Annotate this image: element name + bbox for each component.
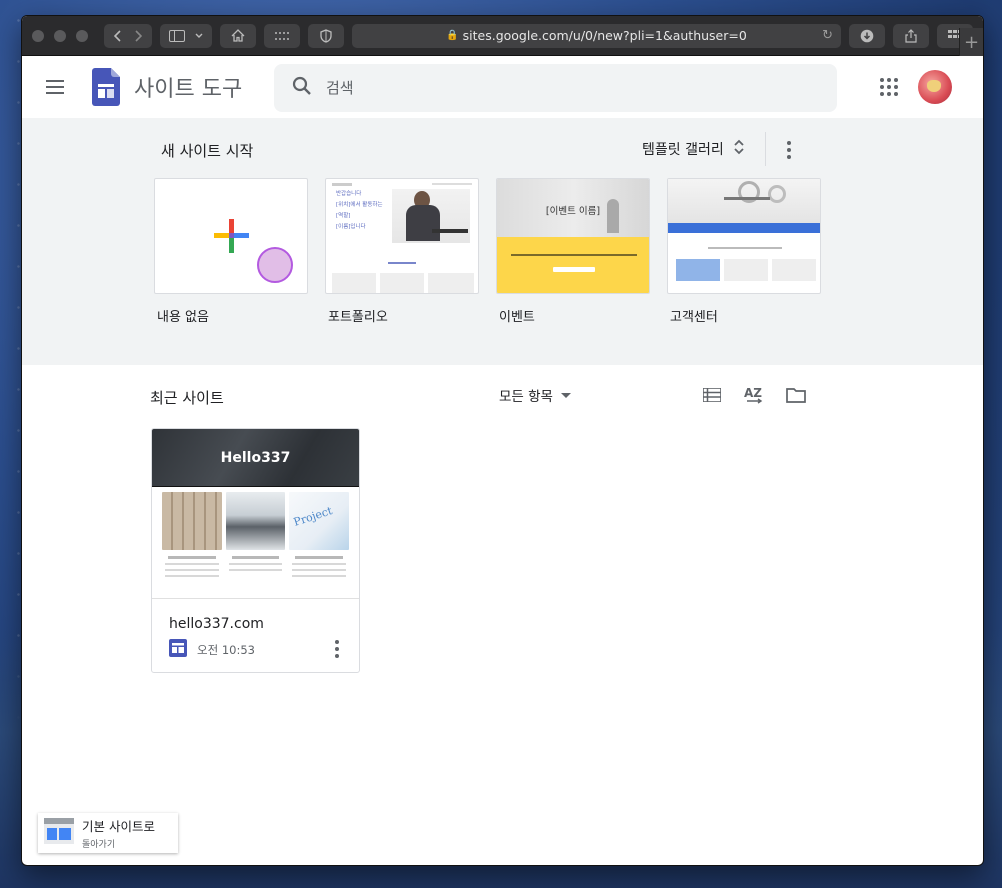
google-sites-logo-icon[interactable] [92, 68, 120, 106]
share-icon [905, 28, 917, 43]
portfolio-photo [392, 189, 470, 243]
folder-icon[interactable] [784, 383, 808, 407]
template-gallery-toggle[interactable]: 템플릿 갤러리 [642, 139, 744, 159]
site-preview-columns: Project [152, 487, 359, 598]
event-title-text: [이벤트 이름] [545, 206, 601, 217]
template-card-help-center[interactable]: 고객센터 [667, 178, 821, 325]
shield-icon [320, 28, 332, 43]
back-classic-label: 기본 사이트로 [82, 819, 155, 834]
main-menu-icon[interactable] [46, 75, 70, 99]
preview-column-blog [162, 492, 222, 598]
browser-window: 🔒 sites.google.com/u/0/new?pli=1&authuse… [21, 15, 984, 866]
dropdown-arrow-icon [560, 392, 571, 398]
site-modified-time: 오전 10:53 [197, 643, 255, 657]
template-label-blank: 내용 없음 [157, 310, 209, 325]
template-thumb-blank [154, 178, 308, 294]
site-banner: Hello337 [152, 429, 359, 487]
zoom-window-button[interactable] [76, 29, 88, 42]
portfolio-line-4: [이름]입니다 [336, 224, 366, 230]
template-more-options-icon[interactable] [779, 138, 799, 162]
recent-sites-section: 최근 사이트 모든 항목 AZ Hello337 Project hello33… [22, 365, 983, 865]
top-sites-button[interactable] [264, 23, 300, 48]
sidebar-toggle-button[interactable] [160, 23, 212, 48]
template-label-event: 이벤트 [499, 310, 535, 325]
search-box[interactable] [274, 64, 837, 112]
classic-sites-icon [44, 818, 74, 848]
template-gallery-label: 템플릿 갤러리 [642, 142, 724, 158]
svg-text:AZ: AZ [744, 386, 762, 400]
google-apps-icon[interactable] [877, 75, 901, 99]
site-name: hello337.com [169, 616, 264, 632]
address-bar[interactable]: 🔒 sites.google.com/u/0/new?pli=1&authuse… [352, 23, 841, 48]
back-forward-buttons[interactable] [104, 23, 152, 48]
header-divider [765, 132, 766, 166]
site-more-options-icon[interactable] [327, 637, 347, 661]
template-thumb-portfolio: 반갑습니다 [위치]에서 활동하는 [역할] [이름]입니다 [325, 178, 479, 294]
search-input[interactable] [326, 79, 786, 97]
site-card-hello337[interactable]: Hello337 Project hello337.com 오전 10:53 [151, 428, 360, 673]
template-card-blank[interactable]: 내용 없음 [154, 178, 308, 325]
grid-icon [274, 31, 290, 41]
url-text: sites.google.com/u/0/new?pli=1&authuser=… [462, 28, 747, 43]
portfolio-line-3: [역할] [336, 213, 351, 219]
template-label-help-center: 고객센터 [670, 310, 718, 325]
new-tab-button[interactable]: + [959, 28, 983, 56]
preview-column-project: Project [289, 492, 350, 598]
template-card-event[interactable]: [이벤트 이름] 이벤트 [496, 178, 650, 325]
portfolio-line-2: [위치]에서 활동하는 [336, 202, 383, 208]
share-button[interactable] [893, 23, 929, 48]
forward-arrow-icon[interactable] [134, 29, 142, 42]
sidebar-icon [169, 29, 185, 42]
search-icon[interactable] [292, 76, 312, 100]
owner-filter-label: 모든 항목 [499, 389, 553, 405]
home-button[interactable] [220, 23, 256, 48]
template-card-portfolio[interactable]: 반갑습니다 [위치]에서 활동하는 [역할] [이름]입니다 포트폴리오 [325, 178, 479, 325]
browser-toolbar: 🔒 sites.google.com/u/0/new?pli=1&authuse… [22, 16, 983, 56]
unfold-more-icon [734, 139, 744, 159]
site-thumbnail: Hello337 Project [152, 429, 359, 599]
minimize-window-button[interactable] [54, 29, 66, 42]
sites-file-icon [169, 639, 187, 661]
chevron-down-icon [195, 33, 203, 39]
site-meta: 오전 10:53 [169, 639, 255, 661]
reload-icon[interactable]: ↻ [822, 28, 833, 43]
privacy-report-button[interactable] [308, 23, 344, 48]
download-icon [860, 29, 874, 43]
new-site-section-title: 새 사이트 시작 [161, 142, 254, 160]
downloads-button[interactable] [849, 23, 885, 48]
site-banner-title: Hello337 [220, 449, 291, 466]
template-label-portfolio: 포트폴리오 [328, 310, 388, 325]
template-section: 새 사이트 시작 템플릿 갤러리 내용 없음 반갑습니다 [위치]에서 활동하는… [22, 118, 983, 365]
sort-az-icon[interactable]: AZ [742, 383, 766, 407]
app-title: 사이트 도구 [134, 77, 243, 102]
back-to-classic-sites-button[interactable]: 기본 사이트로 돌아가기 [38, 813, 178, 853]
owner-filter-dropdown[interactable]: 모든 항목 [499, 385, 571, 405]
close-window-button[interactable] [32, 29, 44, 42]
recent-sites-title: 최근 사이트 [150, 389, 224, 407]
list-view-icon[interactable] [700, 383, 724, 407]
plus-icon [214, 219, 293, 283]
back-arrow-icon[interactable] [114, 29, 122, 42]
app-header: 사이트 도구 [22, 56, 983, 118]
portfolio-line-1: 반갑습니다 [336, 191, 362, 197]
lock-icon: 🔒 [446, 30, 459, 41]
account-avatar[interactable] [918, 70, 952, 104]
template-thumb-event: [이벤트 이름] [496, 178, 650, 294]
home-icon [231, 29, 245, 42]
template-thumb-help-center [667, 178, 821, 294]
back-classic-sublabel: 돌아가기 [82, 840, 116, 850]
preview-column-book [225, 492, 286, 598]
